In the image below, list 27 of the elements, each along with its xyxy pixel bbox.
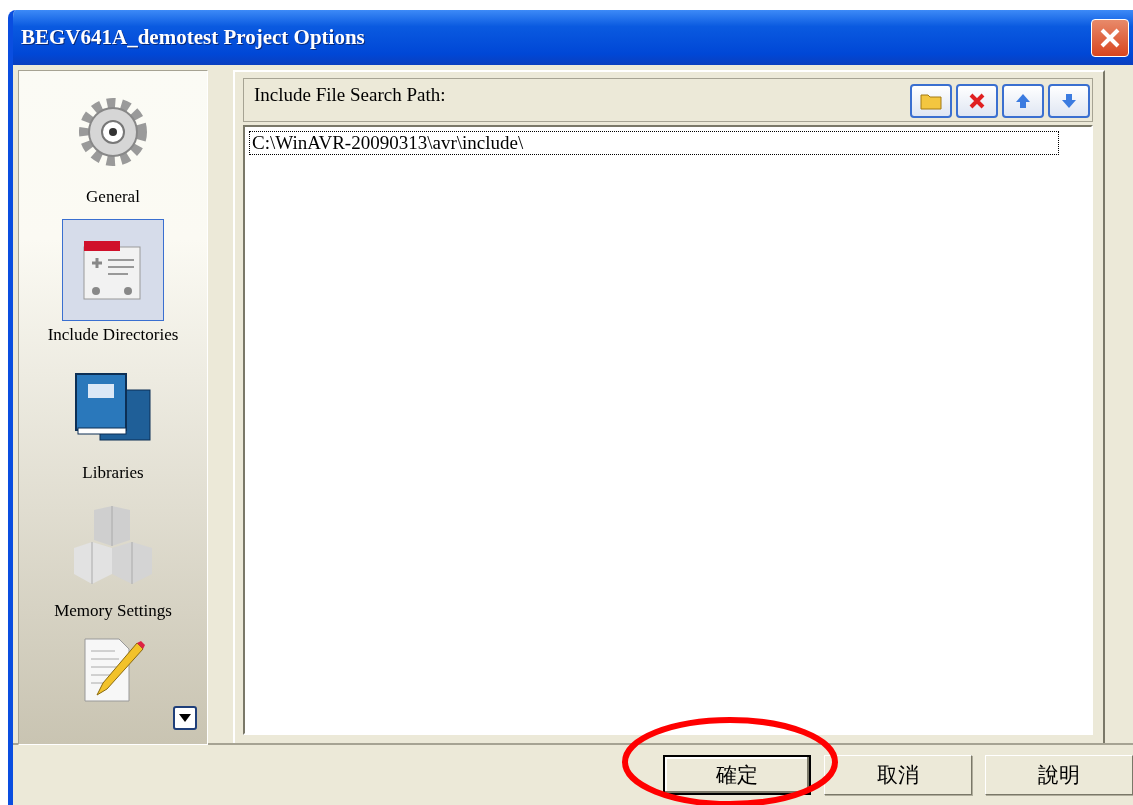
- delete-x-icon: [969, 93, 985, 109]
- sidebar-label: Include Directories: [47, 325, 179, 345]
- sidebar-label: General: [86, 187, 140, 207]
- delete-button[interactable]: [956, 84, 998, 118]
- up-arrow-icon: [1015, 93, 1031, 109]
- folder-icon: [920, 92, 942, 110]
- dialog-button[interactable]: 說明: [985, 755, 1133, 795]
- cubes-icon: [72, 506, 154, 586]
- notepad-pencil-icon: [81, 637, 145, 703]
- path-item[interactable]: C:\WinAVR-20090313\avr\include\: [249, 131, 1059, 155]
- close-button[interactable]: [1091, 18, 1129, 57]
- sidebar-label: Memory Settings: [54, 601, 172, 621]
- move-down-button[interactable]: [1048, 84, 1090, 118]
- list-heading: Include File Search Path:: [254, 84, 446, 106]
- caret-down-icon: [179, 714, 191, 722]
- close-icon: [1099, 26, 1121, 49]
- panel-icon: [82, 239, 144, 301]
- sidebar-item[interactable]: [62, 219, 164, 321]
- sidebar-label: Libraries: [82, 463, 144, 483]
- books-icon: [74, 372, 152, 444]
- new-folder-button[interactable]: [910, 84, 952, 118]
- scroll-down-button[interactable]: [173, 706, 197, 730]
- window-title: BEGV641A_demotest Project Options: [21, 25, 365, 50]
- dialog-button[interactable]: 取消: [824, 755, 972, 795]
- down-arrow-icon: [1061, 93, 1077, 109]
- move-up-button[interactable]: [1002, 84, 1044, 118]
- dialog-button[interactable]: 確定: [663, 755, 811, 795]
